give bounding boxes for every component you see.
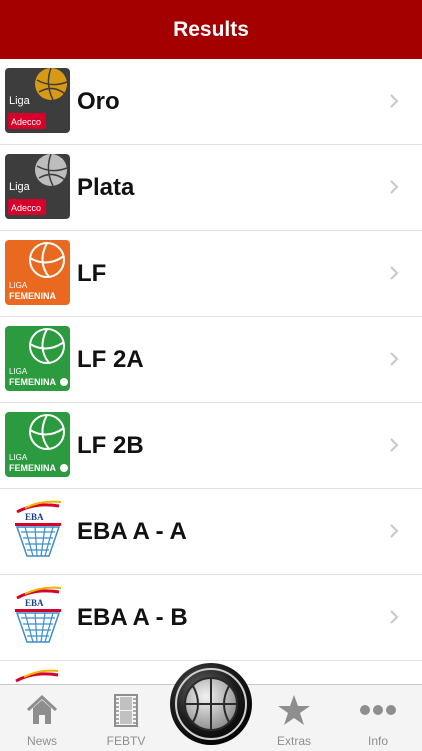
league-label: Oro bbox=[77, 88, 120, 115]
liga-femenina-logo: LIGA FEMENINA bbox=[5, 240, 70, 305]
tab-info[interactable]: Info bbox=[336, 685, 420, 751]
svg-text:LIGA: LIGA bbox=[9, 367, 28, 376]
chevron-right-icon bbox=[390, 610, 399, 624]
league-list: Liga Adecco Oro Liga Adecco Plata LIGA F… bbox=[0, 59, 422, 691]
league-label: Plata bbox=[77, 174, 135, 201]
page-title: Results bbox=[173, 17, 249, 41]
basketball-icon bbox=[170, 663, 252, 745]
chevron-right-icon bbox=[390, 266, 399, 280]
league-label: EBA A - A bbox=[77, 518, 187, 545]
svg-text:LIGA: LIGA bbox=[9, 281, 28, 290]
league-row-eba-a-a[interactable]: EBA EBA A - A bbox=[0, 489, 422, 575]
liga-femenina-2-logo: LIGA FEMENINA bbox=[5, 326, 70, 391]
house-icon bbox=[26, 694, 58, 724]
svg-text:Liga: Liga bbox=[9, 95, 31, 107]
league-row-lf-2b[interactable]: LIGA FEMENINA LF 2B bbox=[0, 403, 422, 489]
svg-text:FEMENINA: FEMENINA bbox=[9, 377, 57, 387]
tab-label: Extras bbox=[276, 734, 311, 748]
league-row-oro[interactable]: Liga Adecco Oro bbox=[0, 59, 422, 145]
league-row-lf-2a[interactable]: LIGA FEMENINA LF 2A bbox=[0, 317, 422, 403]
league-label: EBA A - B bbox=[77, 604, 188, 631]
svg-text:Adecco: Adecco bbox=[11, 203, 41, 213]
chevron-right-icon bbox=[390, 180, 399, 194]
tab-label: News bbox=[26, 734, 57, 748]
chevron-right-icon bbox=[390, 438, 399, 452]
liga-adecco-oro-logo: Liga Adecco bbox=[5, 68, 70, 133]
tab-label: Info bbox=[367, 734, 388, 748]
svg-text:Adecco: Adecco bbox=[11, 117, 41, 127]
liga-adecco-plata-logo: Liga Adecco bbox=[5, 154, 70, 219]
tab-label: FEBTV bbox=[106, 734, 146, 748]
league-label: LF 2A bbox=[77, 346, 144, 373]
liga-femenina-2-logo: LIGA FEMENINA bbox=[5, 412, 70, 477]
league-row-eba-a-b[interactable]: EBA EBA A - B bbox=[0, 575, 422, 661]
league-row-lf[interactable]: LIGA FEMENINA LF bbox=[0, 231, 422, 317]
svg-text:FEMENINA: FEMENINA bbox=[9, 463, 57, 473]
tab-news[interactable]: News bbox=[0, 685, 84, 751]
svg-text:FEMENINA: FEMENINA bbox=[9, 291, 57, 301]
league-label: LF 2B bbox=[77, 432, 144, 459]
chevron-right-icon bbox=[390, 352, 399, 366]
league-label: LF bbox=[77, 260, 107, 287]
tab-extras[interactable]: Extras bbox=[252, 685, 336, 751]
svg-text:EBA: EBA bbox=[25, 598, 44, 608]
league-row-plata[interactable]: Liga Adecco Plata bbox=[0, 145, 422, 231]
more-dots-icon bbox=[360, 705, 396, 715]
svg-text:EBA: EBA bbox=[25, 512, 44, 522]
liga-eba-logo: EBA bbox=[5, 584, 70, 649]
tab-results-center-button[interactable] bbox=[169, 662, 253, 746]
svg-text:Liga: Liga bbox=[9, 181, 31, 193]
nav-header: Results bbox=[0, 0, 422, 59]
chevron-right-icon bbox=[390, 524, 399, 538]
liga-eba-logo: EBA bbox=[5, 498, 70, 563]
svg-text:LIGA: LIGA bbox=[9, 453, 28, 462]
star-icon bbox=[278, 695, 310, 725]
tab-febtv[interactable]: FEBTV bbox=[84, 685, 168, 751]
chevron-right-icon bbox=[390, 94, 399, 108]
film-icon bbox=[114, 694, 138, 727]
